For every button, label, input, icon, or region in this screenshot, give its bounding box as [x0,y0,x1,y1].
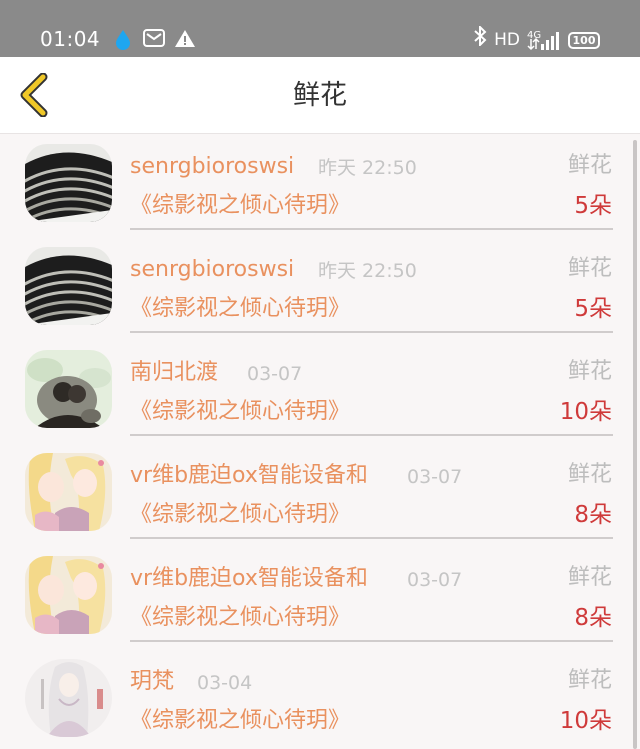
gift-time: 03-04 [197,672,253,694]
divider [130,434,613,436]
status-right: HD 4G 100 [473,24,600,54]
scrollbar[interactable] [633,140,637,749]
signal-icon: 4G [527,29,561,51]
book-title[interactable]: 《综影视之倾心待玥》 [130,397,350,427]
gift-type: 鲜花 [567,153,612,178]
book-title[interactable]: 《综影视之倾心待玥》 [130,603,350,633]
status-time: 01:04 [40,27,101,51]
fabric-avatar[interactable] [25,144,112,222]
white-hair-avatar[interactable] [25,659,112,737]
divider [130,537,613,539]
book-title[interactable]: 《综影视之倾心待玥》 [130,294,350,324]
user-name[interactable]: vr维b鹿迫ox智能设备和 [130,564,368,594]
page-title: 鲜花 [293,80,347,111]
divider [130,331,613,333]
divider [130,640,613,642]
gift-type: 鲜花 [567,565,612,590]
list-item[interactable]: 玥梵 03-04 鲜花 《综影视之倾心待玥》 10朵 [0,649,630,749]
gift-type: 鲜花 [567,256,612,281]
gift-count: 10朵 [559,708,612,734]
list-item[interactable]: 南归北渡 03-07 鲜花 《综影视之倾心待玥》 10朵 [0,340,630,443]
warning-icon [174,29,196,52]
anime-couple-avatar[interactable] [25,453,112,531]
book-title[interactable]: 《综影视之倾心待玥》 [130,500,350,530]
list-item[interactable]: vr维b鹿迫ox智能设备和 03-07 鲜花 《综影视之倾心待玥》 8朵 [0,546,630,649]
network-label: HD [494,30,520,50]
book-title[interactable]: 《综影视之倾心待玥》 [130,706,350,736]
battery-indicator: 100 [568,31,600,49]
fabric-avatar[interactable] [25,247,112,325]
status-bar: 01:04 HD 4G 100 [0,0,640,57]
divider [130,228,613,230]
gift-time: 昨天 22:50 [318,260,417,282]
gift-count: 8朵 [574,502,612,528]
gift-time: 03-07 [407,569,463,591]
gift-time: 03-07 [247,363,303,385]
gift-type: 鲜花 [567,359,612,384]
gift-count: 5朵 [574,296,612,322]
nav-bar: 鲜花 [0,57,640,134]
list-item[interactable]: vr维b鹿迫ox智能设备和 03-07 鲜花 《综影视之倾心待玥》 8朵 [0,443,630,546]
gift-time: 昨天 22:50 [318,157,417,179]
bluetooth-icon [473,24,487,54]
gift-count: 5朵 [574,193,612,219]
user-name[interactable]: 南归北渡 [130,358,218,388]
drop-icon [114,29,132,55]
gift-type: 鲜花 [567,668,612,693]
flower-list[interactable]: senrgbioroswsi 昨天 22:50 鲜花 《综影视之倾心待玥》 5朵… [0,134,640,749]
user-name[interactable]: senrgbioroswsi [130,255,294,285]
ink-painting-avatar[interactable] [25,350,112,428]
list-item[interactable]: senrgbioroswsi 昨天 22:50 鲜花 《综影视之倾心待玥》 5朵 [0,134,630,237]
mail-icon [143,29,165,51]
gift-count: 8朵 [574,605,612,631]
book-title[interactable]: 《综影视之倾心待玥》 [130,191,350,221]
user-name[interactable]: 玥梵 [130,667,174,697]
gift-count: 10朵 [559,399,612,425]
user-name[interactable]: vr维b鹿迫ox智能设备和 [130,461,368,491]
list-item[interactable]: senrgbioroswsi 昨天 22:50 鲜花 《综影视之倾心待玥》 5朵 [0,237,630,340]
gift-type: 鲜花 [567,462,612,487]
user-name[interactable]: senrgbioroswsi [130,152,294,182]
anime-couple-avatar[interactable] [25,556,112,634]
gift-time: 03-07 [407,466,463,488]
